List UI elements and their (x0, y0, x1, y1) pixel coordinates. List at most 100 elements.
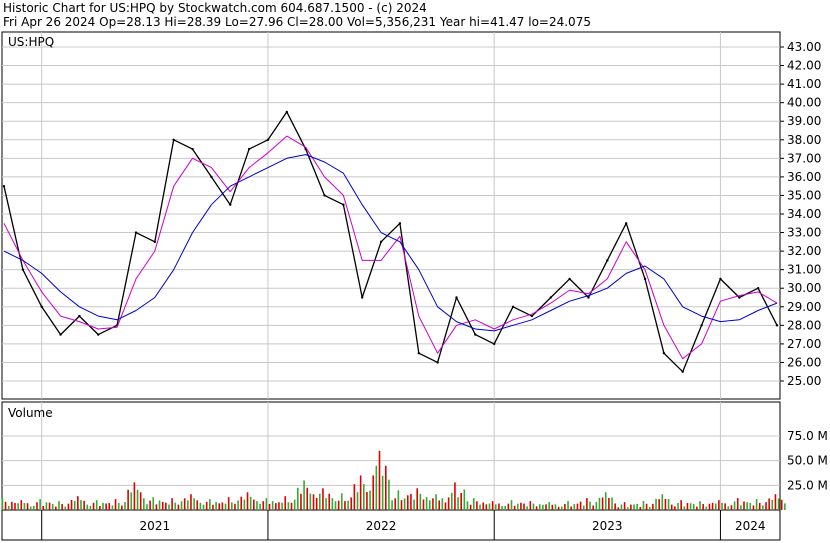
volume-bar (447, 497, 450, 510)
price-point (361, 296, 364, 299)
volume-bar (196, 500, 199, 510)
volume-bar (337, 500, 340, 510)
volume-bar (243, 499, 246, 510)
volume-bar (724, 503, 726, 510)
price-tick-label: 42.00 (787, 59, 821, 73)
volume-bar (127, 489, 129, 510)
volume-bar (557, 506, 560, 510)
volume-bar (168, 504, 170, 510)
volume-bar (441, 498, 444, 510)
volume-bar (190, 494, 192, 510)
volume-bar (111, 505, 114, 510)
volume-bar (620, 504, 623, 510)
price-point (681, 370, 684, 373)
volume-bar (384, 465, 387, 510)
price-tick-label: 25.00 (787, 374, 821, 388)
price-point (398, 222, 402, 225)
price-point (21, 268, 25, 271)
volume-bar (554, 504, 557, 510)
volume-bar (1, 498, 4, 510)
volume-bar (161, 501, 164, 510)
price-point (511, 305, 515, 308)
volume-bar (174, 502, 177, 510)
volume-bar (221, 502, 224, 510)
price-point (78, 314, 81, 318)
volume-bar (617, 507, 620, 510)
volume-bar (293, 499, 296, 510)
volume-bar (325, 498, 327, 510)
volume-bar (26, 503, 29, 510)
volume-bar (39, 499, 41, 510)
volume-bar (334, 501, 337, 510)
volume-bar (369, 490, 371, 510)
volume-bar (630, 504, 632, 510)
price-point (624, 222, 628, 225)
volume-bar (51, 504, 54, 510)
price-tick-label: 36.00 (787, 170, 821, 184)
volume-bar (586, 498, 588, 510)
volume-bar (193, 498, 195, 510)
volume-bar (472, 498, 475, 510)
price-point (285, 110, 289, 114)
volume-bar (42, 506, 45, 510)
volume-bar (526, 506, 528, 510)
volume-bar (177, 504, 180, 510)
volume-bar (718, 500, 720, 510)
price-point (606, 259, 609, 262)
price-point (40, 305, 43, 308)
volume-bar (240, 496, 243, 510)
volume-bar (589, 501, 591, 510)
price-point (229, 203, 232, 206)
volume-bar (721, 502, 723, 510)
volume-bar (488, 503, 491, 510)
volume-bar (727, 506, 730, 510)
price-point (266, 138, 270, 141)
volume-bar (400, 500, 403, 510)
volume-bar (139, 492, 142, 510)
volume-bar (378, 450, 381, 510)
price-point (455, 296, 458, 299)
volume-bar (171, 498, 173, 510)
year-label: 2024 (735, 519, 766, 533)
volume-bar (117, 502, 120, 510)
volume-bar (4, 501, 7, 510)
volume-bar (677, 503, 679, 510)
volume-bar (532, 503, 535, 510)
volume-bar (425, 497, 428, 510)
price-tick-label: 29.00 (787, 300, 821, 314)
volume-bar (680, 500, 682, 510)
volume-bar (774, 494, 777, 510)
volume-bar (45, 502, 48, 510)
volume-bar (350, 497, 353, 510)
volume-bar (64, 506, 67, 510)
volume-bar (595, 502, 598, 510)
price-point (719, 277, 722, 281)
volume-bar (746, 502, 748, 510)
volume-bar (658, 499, 660, 510)
volume-bar (70, 500, 73, 510)
volume-bar (538, 504, 541, 510)
volume-bar (639, 506, 642, 510)
volume-bar (209, 499, 211, 510)
price-tick-label: 33.00 (787, 226, 821, 240)
volume-bar (450, 492, 453, 510)
volume-bar (592, 505, 594, 510)
volume-bar (755, 499, 758, 510)
volume-bar (11, 501, 13, 510)
volume-bar (146, 504, 148, 510)
volume-bar (143, 498, 145, 510)
volume-bar (551, 504, 554, 510)
volume-bar (391, 500, 393, 510)
volume-bar (347, 500, 349, 510)
volume-bar (444, 502, 447, 510)
year-label: 2023 (592, 519, 623, 533)
volume-bar (284, 496, 287, 510)
price-tick-label: 30.00 (787, 281, 821, 295)
volume-bar (14, 503, 16, 510)
volume-bar (281, 502, 283, 510)
volume-bar (564, 504, 566, 510)
volume-bar (29, 506, 32, 510)
stock-chart: 43.00 42.00 41.00 40.00 39.00 38.00 37.00 36.00… (0, 31, 828, 541)
volume-bar (202, 504, 205, 510)
volume-bar (520, 502, 522, 510)
